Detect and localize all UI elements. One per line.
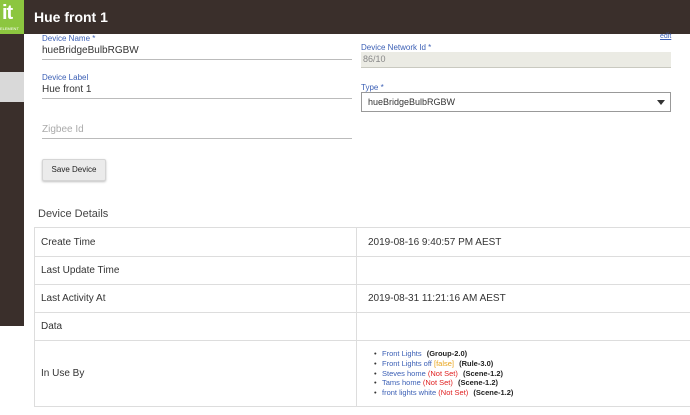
app-type: (Group-2.0) [426,349,468,358]
device-name-underline [42,59,352,60]
device-label-underline [42,98,352,99]
save-device-button[interactable]: Save Device [42,159,106,181]
row-label: Data [34,312,357,341]
type-select[interactable]: hueBridgeBulbRGBW [361,92,671,112]
app-link[interactable]: front lights white [382,388,436,397]
app-status: [false] [433,358,454,368]
device-details-table: Create Time 2019-08-16 9:40:57 PM AEST L… [34,227,690,407]
sidebar: it ELEMENT [0,0,24,326]
table-row: Last Update Time [34,256,690,285]
row-label: In Use By [34,340,357,407]
sidebar-item-devices[interactable] [0,72,24,102]
device-name-label: Device Name * [42,34,96,43]
logo-subtext: ELEMENT [0,26,19,31]
edit-network-id-link[interactable]: edit [660,33,671,40]
app-status: (Not Set) [422,378,453,388]
page-title: Hue front 1 [34,9,108,25]
in-use-by-cell: Front Lights (Group-2.0) Front Lights of… [356,340,690,407]
row-value [356,312,690,341]
row-value: 2019-08-31 11:21:16 AM AEST [356,284,690,313]
top-header: Hue front 1 [24,0,690,34]
app-link[interactable]: Front Lights [382,349,422,358]
app-link[interactable]: Steves home [382,369,426,378]
app-type: (Scene-1.2) [462,368,504,378]
list-item: Front Lights (Group-2.0) [374,349,690,359]
type-label: Type * [361,83,384,92]
row-label: Last Activity At [34,284,357,313]
device-network-id-value: 86/10 [363,54,386,64]
app-link[interactable]: Tams home [382,378,421,387]
row-value [356,256,690,285]
device-name-input[interactable]: hueBridgeBulbRGBW [42,45,139,56]
device-details-heading: Device Details [38,208,109,220]
app-type: (Rule-3.0) [459,358,494,368]
caret-down-icon [657,100,665,105]
logo-text: it [2,2,13,24]
in-use-by-list: Front Lights (Group-2.0) Front Lights of… [368,349,690,398]
row-label: Create Time [34,227,357,257]
device-network-id-label: Device Network Id * [361,43,432,52]
zigbee-id-underline [42,138,352,139]
app-status: (Not Set) [427,368,458,378]
list-item: Front Lights off [false] (Rule-3.0) [374,358,690,369]
list-item: Steves home (Not Set) (Scene-1.2) [374,368,690,379]
type-select-value: hueBridgeBulbRGBW [368,97,456,107]
row-value: 2019-08-16 9:40:57 PM AEST [356,227,690,257]
hubitat-logo[interactable]: it ELEMENT [0,0,24,34]
app-status: (Not Set) [438,388,469,398]
device-label-input[interactable]: Hue front 1 [42,84,91,95]
list-item: front lights white (Not Set) (Scene-1.2) [374,388,690,398]
device-label-label: Device Label [42,73,89,82]
app-link[interactable]: Front Lights off [382,359,432,368]
device-network-id-field: 86/10 [361,52,671,68]
app-type: (Scene-1.2) [457,378,498,388]
app-type: (Scene-1.2) [473,388,514,398]
row-label: Last Update Time [34,256,357,285]
table-row: Create Time 2019-08-16 9:40:57 PM AEST [34,227,690,257]
table-row: In Use By Front Lights (Group-2.0) Front… [34,340,690,407]
table-row: Last Activity At 2019-08-31 11:21:16 AM … [34,284,690,313]
table-row: Data [34,312,690,341]
list-item: Tams home (Not Set) (Scene-1.2) [374,378,690,388]
zigbee-id-input[interactable]: Zigbee Id [42,124,84,135]
